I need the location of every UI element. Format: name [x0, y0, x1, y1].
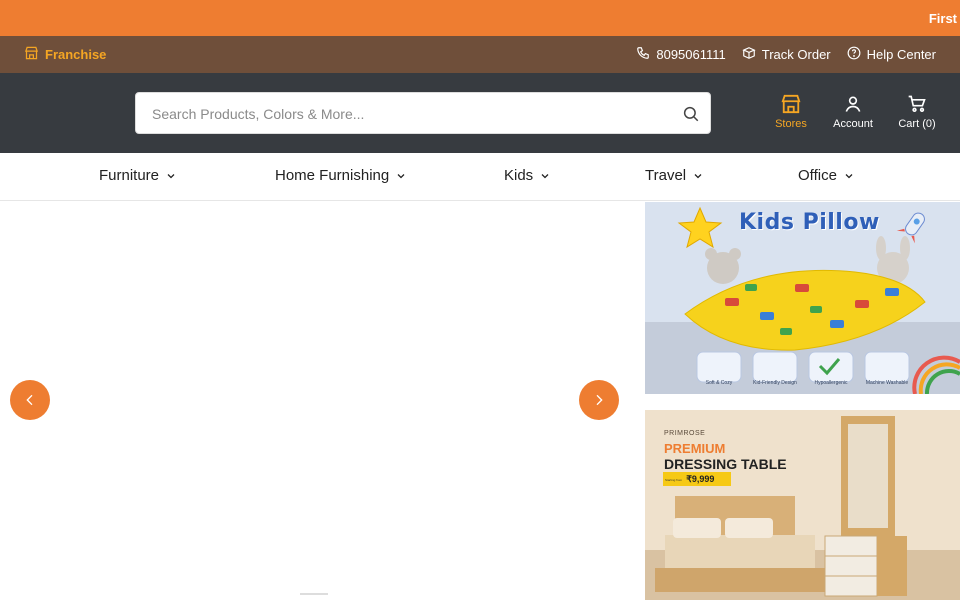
track-order-label: Track Order: [761, 47, 831, 62]
box-icon: [742, 46, 756, 63]
nav-item-label: Office: [798, 167, 837, 184]
cart-icon: [908, 95, 926, 112]
search-box: [135, 92, 711, 134]
franchise-link[interactable]: Franchise: [24, 46, 106, 63]
price-prefix: Starting from: [665, 477, 683, 482]
phone-link[interactable]: 8095061111: [636, 46, 726, 63]
announcement-bar: First: [0, 0, 960, 36]
chevron-down-icon: [397, 173, 405, 178]
franchise-label: Franchise: [45, 47, 107, 62]
nav-item-label: Furniture: [99, 167, 160, 184]
help-center-link[interactable]: Help Center: [847, 46, 936, 63]
main-header: Stores Account Cart (0): [0, 73, 960, 153]
stores-label: Stores: [775, 118, 807, 130]
carousel-indicator[interactable]: [300, 593, 328, 595]
chevron-down-icon: [541, 173, 549, 178]
hero-carousel: [0, 201, 640, 600]
account-label: Account: [833, 118, 873, 130]
chevron-down-icon: [845, 173, 853, 178]
premium-label: PREMIUM: [664, 441, 726, 456]
help-center-label: Help Center: [866, 47, 936, 62]
nav-item-label: Home Furnishing: [275, 167, 390, 184]
feature-label: Soft & Cozy: [705, 380, 733, 386]
dressing-table-artwork: [645, 410, 960, 600]
nav-item-travel[interactable]: Travel: [645, 167, 704, 184]
store-icon: [24, 46, 39, 63]
price-tag: Starting from ₹9,999: [665, 474, 714, 485]
category-nav: Furniture Home Furnishing Kids Travel Of…: [0, 153, 960, 201]
feature-label: Hypoallergenic: [814, 380, 848, 386]
nav-item-kids[interactable]: Kids: [504, 167, 551, 184]
dressing-table-banner[interactable]: PRIMROSE PREMIUM DRESSING TABLE Starting…: [645, 410, 960, 600]
feature-label: Kid-Friendly Design: [753, 380, 797, 386]
chevron-down-icon: [694, 173, 702, 178]
chevron-right-icon: [596, 394, 603, 406]
phone-icon: [636, 46, 650, 63]
utility-bar: Franchise 8095061111 Track Order Help Ce…: [0, 36, 960, 73]
chevron-left-icon: [26, 394, 33, 406]
kids-pillow-features: Soft & Cozy Kid-Friendly Design Hypoalle…: [697, 380, 909, 386]
chevron-down-icon: [167, 173, 175, 178]
search-input[interactable]: [152, 103, 652, 125]
brand-label: PRIMROSE: [664, 430, 706, 437]
dressing-table-title: DRESSING TABLE: [664, 456, 787, 472]
carousel-next-button[interactable]: [579, 380, 619, 420]
nav-item-office[interactable]: Office: [798, 167, 855, 184]
nav-item-home-furnishing[interactable]: Home Furnishing: [275, 167, 407, 184]
help-icon: [847, 46, 861, 63]
stores-button[interactable]: Stores: [761, 94, 821, 130]
cart-button[interactable]: Cart (0): [887, 94, 947, 130]
feature-label: Machine Washable: [865, 380, 909, 386]
user-icon: [845, 96, 861, 112]
price-value: ₹9,999: [686, 474, 715, 484]
cart-label: Cart (0): [898, 118, 936, 130]
announcement-text: First: [928, 11, 957, 26]
nav-item-furniture[interactable]: Furniture: [99, 167, 177, 184]
track-order-link[interactable]: Track Order: [742, 46, 831, 63]
kids-pillow-banner[interactable]: Kids Pillow Soft & Cozy Kid-Friendly Des…: [645, 202, 960, 394]
search-icon[interactable]: [680, 103, 702, 125]
nav-item-label: Kids: [504, 167, 534, 184]
account-button[interactable]: Account: [823, 94, 883, 130]
kids-pillow-title: Kids Pillow: [739, 210, 880, 235]
nav-item-label: Travel: [645, 167, 687, 184]
carousel-prev-button[interactable]: [10, 380, 50, 420]
store-icon: [781, 94, 801, 114]
phone-number: 8095061111: [656, 47, 726, 62]
